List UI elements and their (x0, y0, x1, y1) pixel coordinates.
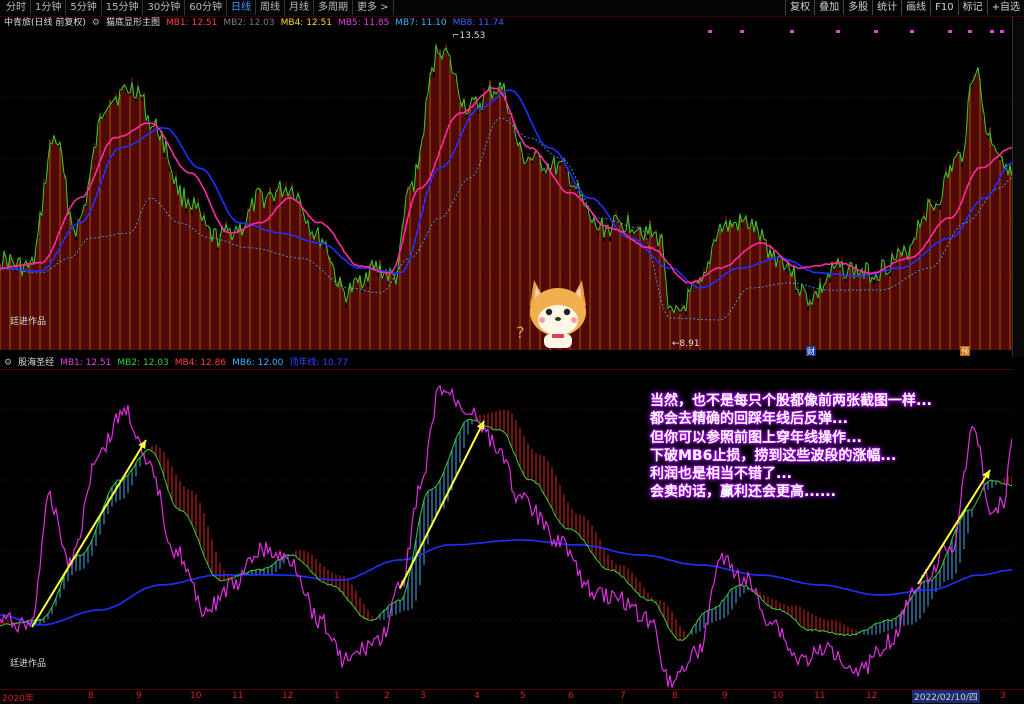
svg-text:预: 预 (961, 346, 969, 356)
period-tab[interactable]: 多周期 (314, 0, 353, 15)
signal-mark (990, 30, 994, 33)
annotation-line: 当然，也不是每只个股都像前两张截图一样... (650, 393, 932, 409)
date-axis: 2020年 8 9 10 11 12 1 2 3 4 5 6 7 8 9 10 11 12 3 (0, 689, 1024, 704)
period-tab[interactable]: 1分钟 (31, 0, 67, 15)
signal-mark (1000, 30, 1004, 33)
annotation-line: 利润也是相当不错了... (650, 466, 792, 483)
date-tick: 2 (384, 691, 390, 701)
tool-button[interactable]: 多股 (843, 0, 872, 15)
date-tick: 8 (88, 691, 94, 701)
signal-mark (948, 30, 952, 33)
legend-value: MB1: 12.51 (60, 358, 112, 368)
legend-value: 顶年线: 10.77 (289, 358, 349, 368)
date-tick: 4 (474, 691, 480, 701)
main-candle-chart[interactable]: ⌐13.53 ←8.91 廷进作品 财 预 (0, 28, 1012, 358)
dog-mascot-icon: ? (516, 280, 586, 348)
signal-mark (910, 30, 914, 33)
period-tab[interactable]: 月线 (285, 0, 314, 15)
date-tick: 12 (866, 691, 878, 701)
period-tab[interactable]: 15分钟 (102, 0, 144, 15)
main-watermark: 廷进作品 (10, 315, 46, 327)
signal-mark (790, 30, 794, 33)
period-tabs: 分时 1分钟 5分钟 15分钟 30分钟 60分钟 日线 周线 月线 多周期 更多 > (2, 0, 394, 15)
legend-value: MB6: 12.00 (232, 358, 284, 368)
signal-mark (740, 30, 744, 33)
tool-button[interactable]: F10 (930, 0, 957, 15)
period-tab[interactable]: 60分钟 (185, 0, 227, 15)
date-tick: 1 (334, 691, 340, 701)
gear-icon[interactable]: ⚙ (4, 357, 12, 369)
date-tick: 10 (190, 691, 202, 701)
date-tick: 3 (1000, 691, 1006, 701)
period-tab[interactable]: 分时 (2, 0, 31, 15)
svg-text:财: 财 (807, 346, 815, 356)
date-tick: 9 (722, 691, 728, 701)
date-tick: 6 (568, 691, 574, 701)
trend-arrow (399, 420, 485, 589)
period-tab[interactable]: 周线 (256, 0, 285, 15)
period-tab[interactable]: 更多 > (353, 0, 394, 15)
sub-indicator-name[interactable]: 股海圣经 (18, 357, 54, 369)
legend-value: MB2: 12.03 (117, 358, 169, 368)
sub-watermark: 廷进作品 (10, 657, 46, 669)
period-tab[interactable]: 日线 (227, 0, 256, 15)
date-tick: 2020年 (2, 694, 34, 704)
signal-mark (968, 30, 972, 33)
period-tab[interactable]: 5分钟 (66, 0, 102, 15)
signal-mark (708, 30, 712, 33)
signal-mark (836, 30, 840, 33)
current-date: 2022/02/10/四 (912, 690, 980, 703)
date-tick: 7 (620, 691, 626, 701)
date-tick: 11 (232, 691, 244, 701)
annotation-line: 会卖的话，赢利还会更高...... (650, 484, 836, 501)
date-tick: 9 (136, 691, 142, 701)
tool-button[interactable]: 叠加 (814, 0, 843, 15)
annotation-line: 都会去精确的回踩年线后反弹... (650, 411, 848, 428)
tool-button[interactable]: 画线 (901, 0, 930, 15)
svg-text:?: ? (516, 323, 525, 342)
annotation-line: 下破MB6止损，捞到这些波段的涨幅... (650, 447, 897, 464)
year-line (0, 538, 1012, 626)
date-tick: 11 (814, 691, 826, 701)
date-tick: 12 (282, 691, 294, 701)
right-scrollbar[interactable] (1012, 17, 1024, 357)
tool-button[interactable]: 复权 (785, 0, 814, 15)
annotation-line: 但你可以参照前图上穿年线操作... (650, 429, 862, 446)
date-tick: 8 (672, 691, 678, 701)
high-price-label: ⌐13.53 (452, 31, 485, 41)
period-tab[interactable]: 30分钟 (143, 0, 186, 15)
signal-mark (874, 30, 878, 33)
sub-chart-legend: ⚙ 股海圣经 MB1: 12.51 MB2: 12.03 MB4: 12.86 MB6… (4, 357, 360, 369)
tool-button[interactable]: 标记 (957, 0, 987, 15)
low-price-label: ←8.91 (672, 339, 700, 349)
tool-buttons: 复权 叠加 多股 统计 画线 F10 标记 +自选 (785, 0, 1024, 15)
date-tick: 5 (520, 691, 526, 701)
legend-value: MB4: 12.86 (174, 358, 227, 368)
period-toolbar: 分时 1分钟 5分钟 15分钟 30分钟 60分钟 日线 周线 月线 多周期 更多 > 复权 叠加 多股… (0, 0, 1024, 17)
tool-button[interactable]: 统计 (872, 0, 901, 15)
annotation-text: 当然，也不是每只个股都像前两张截图一样... 都会去精确的回踩年线后反弹... 但你… (650, 392, 995, 502)
date-tick: 3 (420, 691, 426, 701)
date-tick: 10 (772, 691, 784, 701)
tool-button[interactable]: +自选 (986, 0, 1024, 15)
